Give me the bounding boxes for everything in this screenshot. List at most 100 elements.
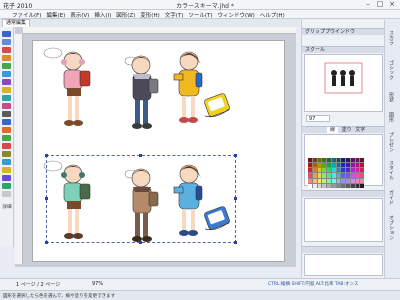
menu-help[interactable]: ヘルプ(H) (260, 11, 285, 19)
color-swatch[interactable] (322, 183, 326, 188)
align-tool-icon[interactable] (2, 167, 11, 173)
tab-normal-edit[interactable]: 通常編集 (2, 19, 31, 27)
right-tab-2[interactable]: ゴシック (388, 60, 395, 80)
color-swatch[interactable] (322, 168, 326, 173)
scrapbook-title[interactable]: スクール (302, 46, 385, 53)
color-swatch[interactable] (360, 163, 364, 168)
ellipse-tool-icon[interactable] (2, 71, 11, 77)
selection-box[interactable] (46, 155, 236, 243)
color-swatch[interactable] (336, 168, 341, 173)
menu-view[interactable]: 表示(V) (70, 11, 89, 19)
color-swatch[interactable] (360, 173, 364, 178)
color-swatch[interactable] (317, 183, 322, 188)
color-swatch[interactable] (317, 158, 322, 163)
text-tool-icon[interactable] (2, 87, 11, 93)
color-swatch[interactable] (355, 173, 360, 178)
color-swatch[interactable] (346, 178, 350, 183)
shape-tool-icon[interactable] (2, 127, 11, 133)
color-swatch[interactable] (327, 173, 331, 178)
right-tab-8[interactable]: オプション (388, 215, 395, 240)
color-swatch[interactable] (341, 168, 345, 173)
menu-transform[interactable]: 変形(H) (140, 11, 159, 19)
color-swatch[interactable] (322, 173, 326, 178)
color-swatch[interactable] (308, 173, 312, 178)
brush-tool-icon[interactable] (2, 95, 11, 101)
color-swatch[interactable] (322, 163, 326, 168)
fill-tool-icon[interactable] (2, 103, 11, 109)
right-tab-4[interactable]: 図形 (388, 112, 395, 122)
more-tool-icon[interactable] (2, 191, 11, 197)
color-swatch[interactable] (308, 168, 312, 173)
color-swatch[interactable] (336, 163, 341, 168)
color-tab-line[interactable]: 線 (327, 127, 339, 133)
text-attributes-panel[interactable] (304, 198, 383, 242)
minimize-button[interactable]: – (362, 0, 374, 10)
color-swatch[interactable] (341, 158, 345, 163)
resize-handle-br[interactable] (234, 241, 237, 244)
color-swatch[interactable] (341, 178, 345, 183)
color-swatch[interactable] (350, 178, 355, 183)
color-swatch[interactable] (341, 173, 345, 178)
right-tab-5[interactable]: プレゼン (388, 132, 395, 152)
resize-handle-ml[interactable] (45, 197, 48, 200)
color-swatch[interactable] (327, 163, 331, 168)
resize-handle-tc[interactable] (139, 154, 142, 157)
color-swatch-grid[interactable] (308, 158, 364, 188)
color-swatch[interactable] (350, 173, 355, 178)
color-swatch[interactable] (317, 173, 322, 178)
right-tab-1[interactable]: スカラ (388, 30, 395, 45)
right-tab-3[interactable]: 形状 (388, 92, 395, 102)
color-swatch[interactable] (346, 173, 350, 178)
group-window-title[interactable]: グリッププウインドウ (302, 28, 385, 35)
scrapbook-preview[interactable] (304, 54, 383, 112)
zoom-level[interactable]: 97% (92, 281, 103, 287)
color-swatch[interactable] (322, 158, 326, 163)
image-tool-icon[interactable] (2, 151, 11, 157)
color-swatch[interactable] (355, 168, 360, 173)
color-swatch[interactable] (336, 173, 341, 178)
color-swatch[interactable] (308, 183, 312, 188)
polygon-tool-icon[interactable] (2, 79, 11, 85)
color-swatch[interactable] (346, 163, 350, 168)
color-swatch[interactable] (360, 178, 364, 183)
color-swatch[interactable] (350, 168, 355, 173)
group-tool-icon[interactable] (2, 159, 11, 165)
color-swatch[interactable] (312, 158, 317, 163)
color-swatch[interactable] (346, 158, 350, 163)
select-tool-icon[interactable] (2, 31, 11, 37)
color-swatch[interactable] (331, 163, 336, 168)
resize-handle-tr[interactable] (234, 154, 237, 157)
zoom-tool-icon[interactable] (2, 119, 11, 125)
color-swatch[interactable] (331, 183, 336, 188)
color-swatch[interactable] (350, 163, 355, 168)
color-swatch[interactable] (360, 183, 364, 188)
curve-tool-icon[interactable] (2, 55, 11, 61)
color-swatch[interactable] (327, 183, 331, 188)
resize-handle-tl[interactable] (45, 154, 48, 157)
color-swatch[interactable] (360, 168, 364, 173)
right-tab-6[interactable]: スタイル (388, 160, 395, 180)
color-swatch[interactable] (308, 178, 312, 183)
menu-window[interactable]: ウィンドウ(W) (218, 11, 255, 19)
color-swatch[interactable] (331, 178, 336, 183)
color-swatch[interactable] (346, 183, 350, 188)
color-swatch[interactable] (331, 158, 336, 163)
color-swatch[interactable] (312, 183, 317, 188)
color-swatch[interactable] (312, 173, 317, 178)
color-swatch[interactable] (317, 163, 322, 168)
color-swatch[interactable] (355, 158, 360, 163)
color-swatch[interactable] (312, 163, 317, 168)
maximize-button[interactable]: □ (374, 0, 386, 10)
color-swatch[interactable] (312, 178, 317, 183)
color-swatch[interactable] (350, 158, 355, 163)
color-swatch[interactable] (331, 168, 336, 173)
right-tab-7[interactable]: ガイド (388, 190, 395, 205)
color-swatch[interactable] (312, 168, 317, 173)
color-swatch[interactable] (322, 178, 326, 183)
menu-insert[interactable]: 挿入(I) (94, 11, 111, 19)
color-swatch[interactable] (308, 158, 312, 163)
color-swatch[interactable] (336, 183, 341, 188)
color-swatch[interactable] (317, 178, 322, 183)
line-tool-icon[interactable] (2, 47, 11, 53)
color-swatch[interactable] (327, 158, 331, 163)
